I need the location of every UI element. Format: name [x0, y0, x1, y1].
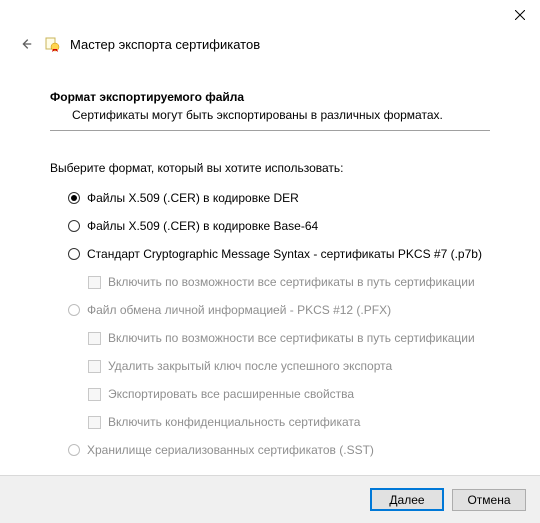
- radio-sst-label: Хранилище сериализованных сертификатов (…: [87, 443, 374, 457]
- radio-base64-label: Файлы X.509 (.CER) в кодировке Base-64: [87, 219, 318, 233]
- checkbox-icon: [88, 360, 101, 373]
- checkbox-pfx-delete-key: Удалить закрытый ключ после успешного эк…: [88, 357, 490, 375]
- next-button[interactable]: Далее: [370, 488, 444, 511]
- checkbox-icon: [88, 388, 101, 401]
- checkbox-icon: [88, 416, 101, 429]
- radio-icon: [68, 192, 80, 204]
- radio-pfx-label: Файл обмена личной информацией - PKCS #1…: [87, 303, 391, 317]
- checkbox-pfx-privacy-label: Включить конфиденциальность сертификата: [108, 415, 360, 429]
- checkbox-pfx-export-ext: Экспортировать все расширенные свойства: [88, 385, 490, 403]
- checkbox-icon: [88, 332, 101, 345]
- radio-icon: [68, 444, 80, 456]
- wizard-content: Формат экспортируемого файла Сертификаты…: [0, 62, 540, 459]
- radio-der-label: Файлы X.509 (.CER) в кодировке DER: [87, 191, 299, 205]
- section-title: Формат экспортируемого файла: [50, 90, 490, 104]
- radio-base64[interactable]: Файлы X.509 (.CER) в кодировке Base-64: [68, 217, 490, 235]
- checkbox-pfx-ext-label: Экспортировать все расширенные свойства: [108, 387, 354, 401]
- back-arrow-icon: [19, 37, 33, 51]
- checkbox-pfx-chain-label: Включить по возможности все сертификаты …: [108, 331, 475, 345]
- cancel-button[interactable]: Отмена: [452, 489, 526, 511]
- radio-icon: [68, 220, 80, 232]
- radio-pkcs7-label: Стандарт Cryptographic Message Syntax - …: [87, 247, 482, 261]
- checkbox-pfx-privacy: Включить конфиденциальность сертификата: [88, 413, 490, 431]
- checkbox-pkcs7-include-chain: Включить по возможности все сертификаты …: [88, 273, 490, 291]
- section-description: Сертификаты могут быть экспортированы в …: [72, 108, 490, 122]
- close-button[interactable]: [500, 1, 540, 29]
- wizard-header: Мастер экспорта сертификатов: [0, 30, 540, 62]
- checkbox-pfx-include-chain: Включить по возможности все сертификаты …: [88, 329, 490, 347]
- radio-sst: Хранилище сериализованных сертификатов (…: [68, 441, 490, 459]
- checkbox-icon: [88, 276, 101, 289]
- checkbox-pfx-delete-label: Удалить закрытый ключ после успешного эк…: [108, 359, 392, 373]
- radio-icon: [68, 304, 80, 316]
- wizard-footer: Далее Отмена: [0, 475, 540, 523]
- radio-icon: [68, 248, 80, 260]
- back-button[interactable]: [18, 36, 34, 52]
- radio-der[interactable]: Файлы X.509 (.CER) в кодировке DER: [68, 189, 490, 207]
- format-options: Файлы X.509 (.CER) в кодировке DER Файлы…: [68, 189, 490, 459]
- certificate-wizard-icon: [44, 36, 60, 52]
- radio-pfx: Файл обмена личной информацией - PKCS #1…: [68, 301, 490, 319]
- close-icon: [515, 10, 525, 20]
- titlebar: [0, 0, 540, 30]
- divider: [50, 130, 490, 131]
- wizard-title: Мастер экспорта сертификатов: [70, 37, 260, 52]
- radio-pkcs7[interactable]: Стандарт Cryptographic Message Syntax - …: [68, 245, 490, 263]
- instruction-text: Выберите формат, который вы хотите испол…: [50, 161, 490, 175]
- checkbox-pkcs7-chain-label: Включить по возможности все сертификаты …: [108, 275, 475, 289]
